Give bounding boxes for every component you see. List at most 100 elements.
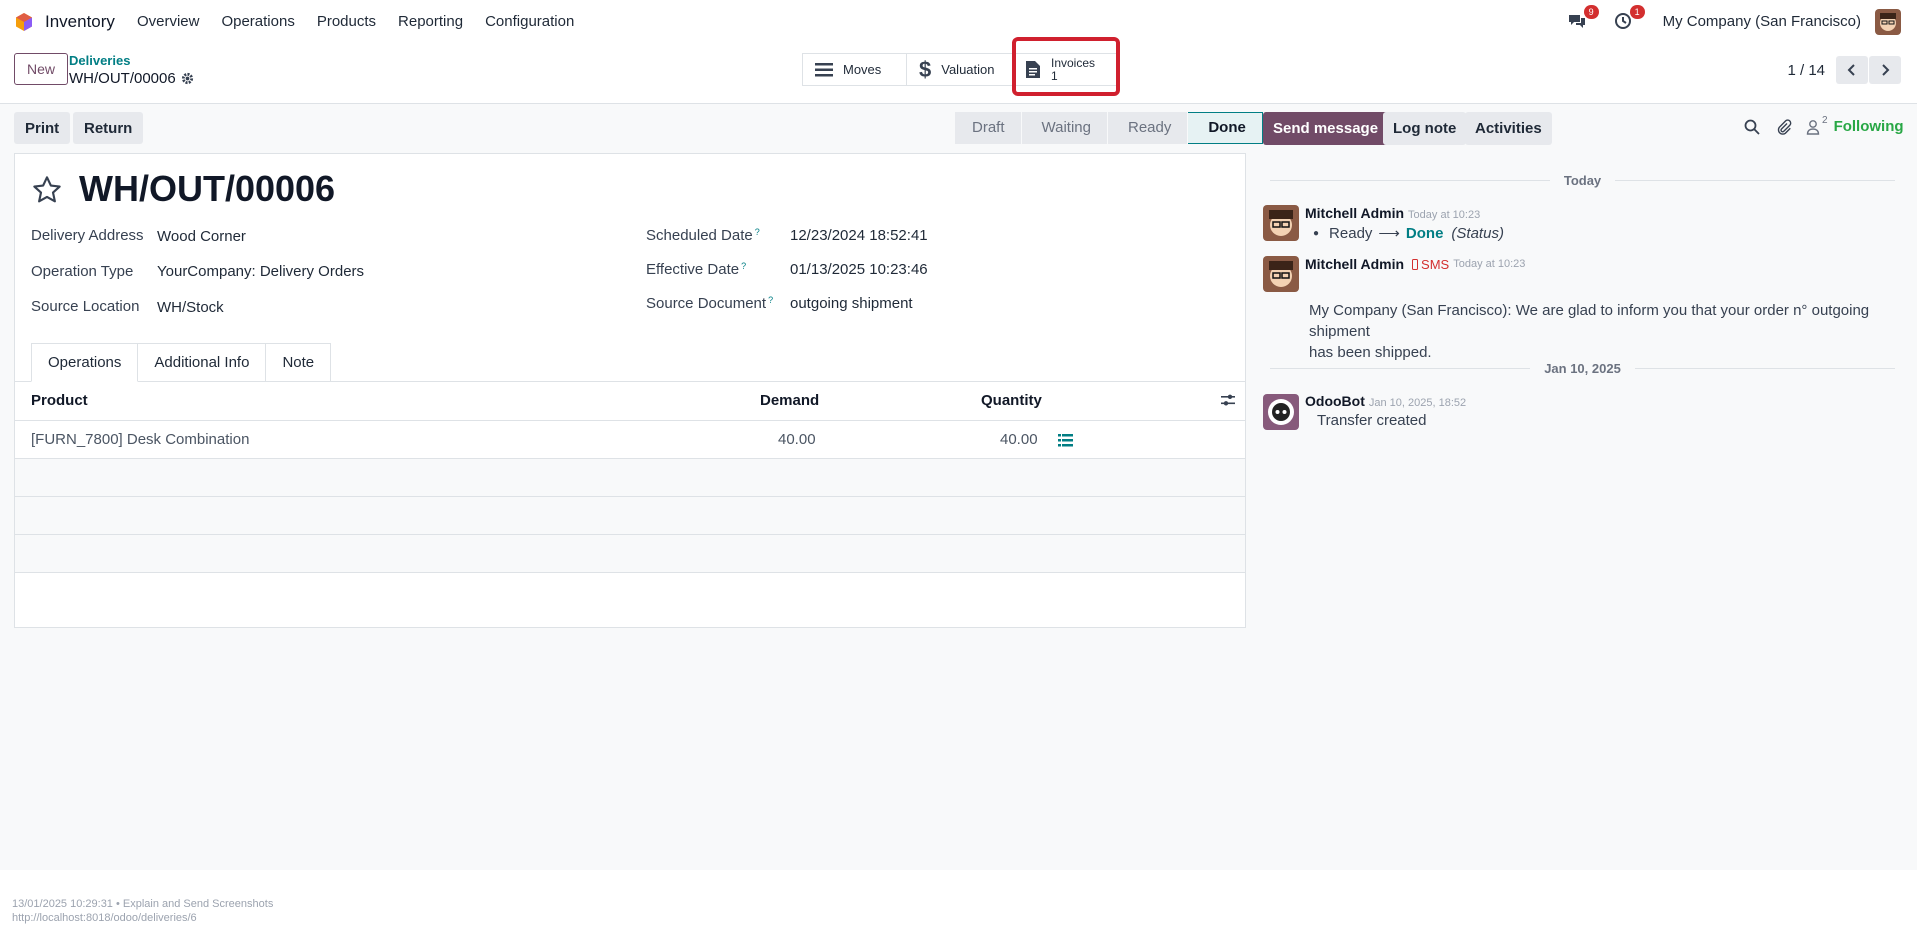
- user-avatar[interactable]: [1875, 8, 1901, 35]
- invoices-button[interactable]: Invoices 1: [1013, 54, 1117, 85]
- followers-count: 2: [1822, 114, 1828, 126]
- star-icon[interactable]: [31, 174, 63, 206]
- message-time: Jan 10, 2025, 18:52: [1368, 397, 1467, 409]
- breadcrumb-current: WH/OUT/00006: [69, 70, 194, 87]
- message-body: My Company (San Francisco): We are glad …: [1309, 300, 1917, 363]
- chevron-left-icon: [1847, 64, 1855, 76]
- column-demand[interactable]: Demand: [760, 382, 819, 420]
- row-quantity[interactable]: 40.00: [1000, 421, 1038, 459]
- author-avatar[interactable]: [1263, 205, 1299, 241]
- attachment-paperclip-icon[interactable]: [1776, 118, 1792, 135]
- row-product[interactable]: [FURN_7800] Desk Combination: [31, 421, 249, 459]
- moves-label: Moves: [843, 62, 882, 77]
- column-quantity[interactable]: Quantity: [981, 382, 1042, 420]
- list-icon: [815, 62, 833, 77]
- row-demand[interactable]: 40.00: [778, 421, 816, 459]
- chatter-tools: 2 Following: [1744, 115, 1904, 135]
- inventory-app-icon[interactable]: [14, 12, 34, 32]
- following-toggle[interactable]: Following: [1834, 118, 1904, 135]
- scheduled-date-field[interactable]: 12/23/2024 18:52:41: [790, 227, 928, 244]
- empty-row: [15, 497, 1245, 535]
- effective-date-field[interactable]: 01/13/2025 10:23:46: [790, 261, 928, 278]
- stage-done[interactable]: Done: [1188, 112, 1263, 144]
- effective-date-label-text: Effective Date: [646, 261, 740, 278]
- menu-products[interactable]: Products: [317, 13, 376, 30]
- help-icon[interactable]: ?: [741, 261, 746, 271]
- status-bar: Draft Waiting Ready Done: [955, 112, 1264, 144]
- stage-draft[interactable]: Draft: [955, 112, 1021, 144]
- systray: 9 1 My Company (San Francisco): [1567, 0, 1901, 43]
- log-note-button[interactable]: Log note: [1383, 112, 1467, 145]
- author-name[interactable]: Mitchell Admin: [1305, 205, 1404, 221]
- operation-type-label: Operation Type: [31, 263, 134, 280]
- record-name: WH/OUT/00006: [69, 70, 176, 87]
- message-time: Today at 10:23: [1408, 209, 1481, 221]
- date-separator-jan10: Jan 10, 2025: [1270, 358, 1895, 378]
- gear-icon[interactable]: [181, 72, 194, 85]
- optional-columns-icon[interactable]: [1221, 393, 1235, 407]
- message-author: Mitchell Admin SMS Today at 10:23: [1305, 256, 1525, 272]
- mobile-phone-icon: [1412, 258, 1419, 270]
- top-navbar: Inventory Overview Operations Products R…: [0, 0, 1917, 43]
- dollar-icon: $: [919, 56, 932, 82]
- company-switcher[interactable]: My Company (San Francisco): [1663, 13, 1861, 30]
- messages-badge: 9: [1583, 4, 1599, 19]
- tab-additional-info[interactable]: Additional Info: [137, 343, 267, 382]
- odoobot-avatar[interactable]: [1263, 394, 1299, 430]
- moves-button[interactable]: Moves: [803, 54, 907, 85]
- menu-overview[interactable]: Overview: [137, 13, 200, 30]
- valuation-label: Valuation: [941, 62, 995, 77]
- tracking-field-name: (Status): [1451, 224, 1504, 242]
- author-name[interactable]: Mitchell Admin: [1305, 256, 1404, 272]
- activities-clock-icon[interactable]: 1: [1613, 4, 1645, 33]
- author-name[interactable]: OdooBot: [1305, 393, 1365, 409]
- menu-operations[interactable]: Operations: [221, 13, 294, 30]
- invoices-count: 1: [1051, 68, 1058, 83]
- send-message-button[interactable]: Send message: [1263, 112, 1389, 145]
- tracking-value: ● Ready ⟶ Done (Status): [1313, 224, 1504, 243]
- delivery-address-field[interactable]: Wood Corner: [157, 228, 246, 245]
- date-label: Jan 10, 2025: [1544, 360, 1621, 376]
- chevron-right-icon: [1882, 64, 1890, 76]
- pager-value[interactable]: 1 / 14: [1787, 62, 1825, 79]
- source-location-field[interactable]: WH/Stock: [157, 299, 224, 316]
- activities-button[interactable]: Activities: [1465, 112, 1552, 145]
- source-document-field[interactable]: outgoing shipment: [790, 295, 913, 312]
- notebook-tabs: Operations Additional Info Note: [31, 343, 332, 382]
- message-author[interactable]: Mitchell Admin Today at 10:23: [1305, 205, 1480, 221]
- message-author: OdooBot Jan 10, 2025, 18:52: [1305, 393, 1466, 409]
- table-row[interactable]: [FURN_7800] Desk Combination 40.00 40.00: [15, 421, 1245, 459]
- empty-row: [15, 573, 1245, 621]
- pager-previous-button[interactable]: [1836, 56, 1868, 84]
- help-icon[interactable]: ?: [768, 295, 773, 305]
- print-button[interactable]: Print: [14, 112, 71, 144]
- operation-type-field[interactable]: YourCompany: Delivery Orders: [157, 263, 364, 280]
- new-value: Done: [1405, 224, 1444, 242]
- record-title: WH/OUT/00006: [79, 168, 336, 209]
- column-product[interactable]: Product: [31, 382, 88, 420]
- valuation-button[interactable]: $ Valuation: [907, 54, 1013, 85]
- stage-waiting[interactable]: Waiting: [1021, 112, 1107, 144]
- search-icon[interactable]: [1744, 119, 1760, 135]
- invoices-stack: Invoices 1: [1051, 56, 1095, 83]
- app-name[interactable]: Inventory: [45, 12, 115, 32]
- detailed-operations-icon[interactable]: [1058, 434, 1073, 447]
- author-avatar[interactable]: [1263, 256, 1299, 292]
- pager-next-button[interactable]: [1869, 56, 1901, 84]
- smart-buttons: Moves $ Valuation Invoices 1: [802, 53, 1118, 86]
- empty-row: [15, 535, 1245, 573]
- menu-reporting[interactable]: Reporting: [398, 13, 463, 30]
- tab-operations[interactable]: Operations: [31, 343, 139, 382]
- stage-ready[interactable]: Ready: [1107, 112, 1188, 144]
- menu-configuration[interactable]: Configuration: [485, 13, 574, 30]
- breadcrumb-deliveries[interactable]: Deliveries: [69, 53, 130, 68]
- followers-icon[interactable]: 2: [1806, 115, 1828, 135]
- messages-icon[interactable]: 9: [1567, 4, 1599, 33]
- return-button[interactable]: Return: [73, 112, 144, 144]
- footer: 13/01/2025 10:29:31 • Explain and Send S…: [0, 870, 1917, 938]
- footer-timestamp: 13/01/2025 10:29:31 • Explain and Send S…: [12, 898, 274, 910]
- new-button[interactable]: New: [14, 53, 69, 85]
- help-icon[interactable]: ?: [755, 227, 760, 237]
- tab-note[interactable]: Note: [265, 343, 332, 382]
- date-separator-today: Today: [1270, 170, 1896, 190]
